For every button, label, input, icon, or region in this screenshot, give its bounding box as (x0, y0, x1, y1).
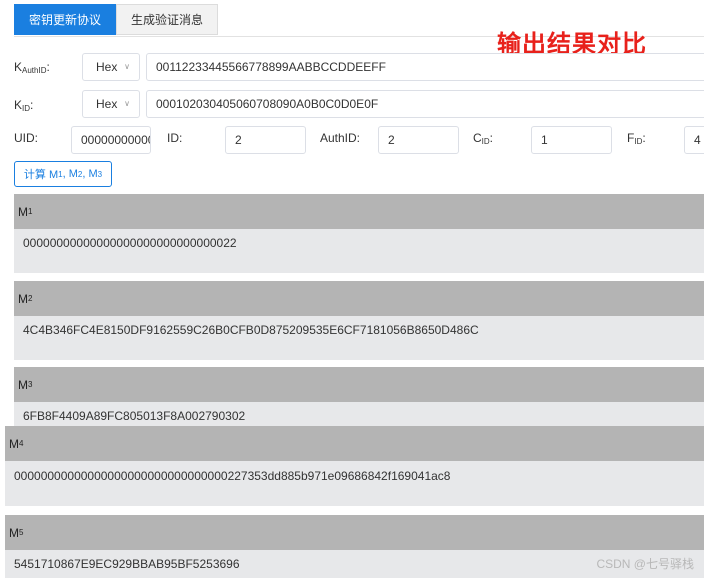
m5-header: M5 (5, 515, 704, 550)
m2-value: 4C4B346FC4E8150DF9162559C26B0CFB0D875209… (14, 316, 704, 360)
chevron-down-icon: ∨ (124, 99, 130, 108)
k-authid-input[interactable]: 00112233445566778899AABBCCDDEEFF (146, 53, 704, 81)
id-input[interactable]: 2 (225, 126, 306, 154)
csdn-watermark: CSDN @七号驿栈 (596, 557, 694, 571)
m1-value: 00000000000000000000000000000022 (14, 229, 704, 273)
fid-input[interactable]: 4 (684, 126, 704, 154)
k-id-input[interactable]: 000102030405060708090A0B0C0D0E0F (146, 90, 704, 118)
uid-label: UID: (14, 131, 38, 145)
authid-label: AuthID: (320, 131, 361, 145)
k-authid-format-select[interactable]: Hex ∨ (82, 53, 140, 81)
result-panel-m4: M4 0000000000000000000000000000000022735… (5, 426, 704, 506)
result-panel-m3: M3 6FB8F4409A89FC805013F8A002790302 (14, 367, 704, 431)
uid-input[interactable]: 000000000000 (71, 126, 151, 154)
m2-header: M2 (14, 281, 704, 316)
id-label: ID: (167, 131, 183, 145)
m3-header: M3 (14, 367, 704, 402)
chevron-down-icon: ∨ (124, 62, 130, 71)
k-authid-label: KAuthID: (14, 60, 50, 75)
k-id-label: KID: (14, 98, 34, 113)
cid-input[interactable]: 1 (531, 126, 612, 154)
m4-header: M4 (5, 426, 704, 461)
tab-generate-verification-message[interactable]: 生成验证消息 (116, 4, 219, 35)
result-panel-m2: M2 4C4B346FC4E8150DF9162559C26B0CFB0D875… (14, 281, 704, 360)
cid-label: CID: (473, 131, 494, 146)
k-id-format-select[interactable]: Hex ∨ (82, 90, 140, 118)
m4-value: 00000000000000000000000000000000227353dd… (5, 461, 704, 506)
fid-label: FID: (627, 131, 646, 146)
result-panel-m1: M1 00000000000000000000000000000022 (14, 194, 704, 273)
m1-header: M1 (14, 194, 704, 229)
authid-input[interactable]: 2 (378, 126, 459, 154)
tab-bar: 密钥更新协议 生成验证消息 (14, 4, 219, 36)
tab-key-update-protocol[interactable]: 密钥更新协议 (14, 4, 117, 35)
calculate-m1-m2-m3-button[interactable]: 计算 M1, M2, M3 (14, 161, 112, 187)
